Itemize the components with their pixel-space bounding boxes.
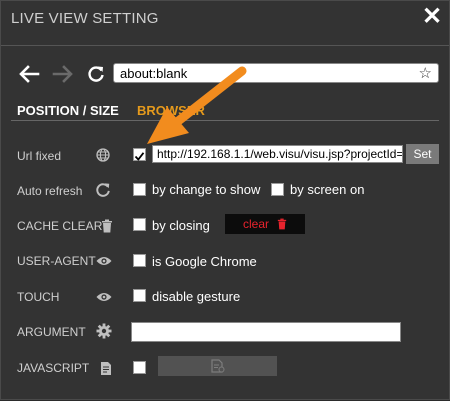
trash-icon — [277, 218, 287, 230]
eye-icon — [95, 252, 113, 270]
javascript-checkbox[interactable] — [133, 361, 146, 374]
url-fixed-label: Url fixed — [17, 149, 62, 163]
tabs-divider — [11, 120, 439, 121]
address-bar[interactable]: about:blank ☆ — [113, 63, 439, 83]
by-closing-label: by closing — [152, 218, 210, 233]
is-google-chrome-checkbox[interactable] — [133, 254, 146, 267]
arrow-right-icon — [52, 65, 73, 83]
disable-gesture-checkbox[interactable] — [133, 289, 146, 302]
is-google-chrome-label: is Google Chrome — [152, 254, 257, 269]
reload-icon — [88, 66, 104, 82]
checkmark-icon — [134, 152, 145, 161]
trash-icon — [98, 217, 116, 235]
address-text: about:blank — [120, 66, 188, 81]
by-closing-checkbox[interactable] — [133, 218, 146, 231]
argument-input[interactable] — [131, 322, 401, 342]
set-button[interactable]: Set — [406, 144, 439, 164]
globe-icon — [94, 146, 112, 164]
document-icon — [97, 359, 115, 377]
javascript-edit-button[interactable] — [158, 356, 277, 376]
gear-icon — [95, 322, 113, 340]
arrow-left-icon — [19, 65, 40, 83]
close-icon[interactable]: ✕ — [421, 5, 443, 29]
by-change-to-show-label: by change to show — [152, 182, 261, 197]
forward-button[interactable] — [51, 62, 75, 86]
eye-icon — [95, 288, 113, 306]
by-screen-on-label: by screen on — [290, 182, 365, 197]
url-fixed-input[interactable]: http://192.168.1.1/web.visu/visu.jsp?pro… — [152, 145, 403, 163]
document-edit-icon — [210, 359, 224, 373]
star-icon[interactable]: ☆ — [419, 64, 432, 82]
title-divider — [1, 45, 449, 46]
by-change-to-show-checkbox[interactable] — [133, 183, 146, 196]
url-fixed-checkbox[interactable] — [133, 148, 146, 161]
tab-position-size[interactable]: POSITION / SIZE — [17, 103, 119, 118]
auto-refresh-label: Auto refresh — [17, 184, 83, 198]
live-view-setting-dialog: LIVE VIEW SETTING ✕ about:blank ☆ POSITI… — [0, 0, 450, 400]
argument-label: ARGUMENT — [17, 325, 86, 339]
reload-button[interactable] — [85, 62, 107, 86]
back-button[interactable] — [17, 62, 41, 86]
touch-label: TOUCH — [17, 290, 60, 304]
refresh-icon — [94, 181, 112, 199]
tab-browser[interactable]: BROWSER — [137, 103, 205, 118]
user-agent-label: USER-AGENT — [17, 254, 96, 268]
clear-button-label: clear — [242, 217, 269, 231]
clear-button[interactable]: clear — [225, 214, 305, 234]
disable-gesture-label: disable gesture — [152, 289, 241, 304]
cache-clear-label: CACHE CLEAR — [17, 219, 103, 233]
by-screen-on-checkbox[interactable] — [271, 183, 284, 196]
javascript-label: JAVASCRIPT — [17, 361, 90, 375]
dialog-title: LIVE VIEW SETTING — [11, 10, 159, 27]
